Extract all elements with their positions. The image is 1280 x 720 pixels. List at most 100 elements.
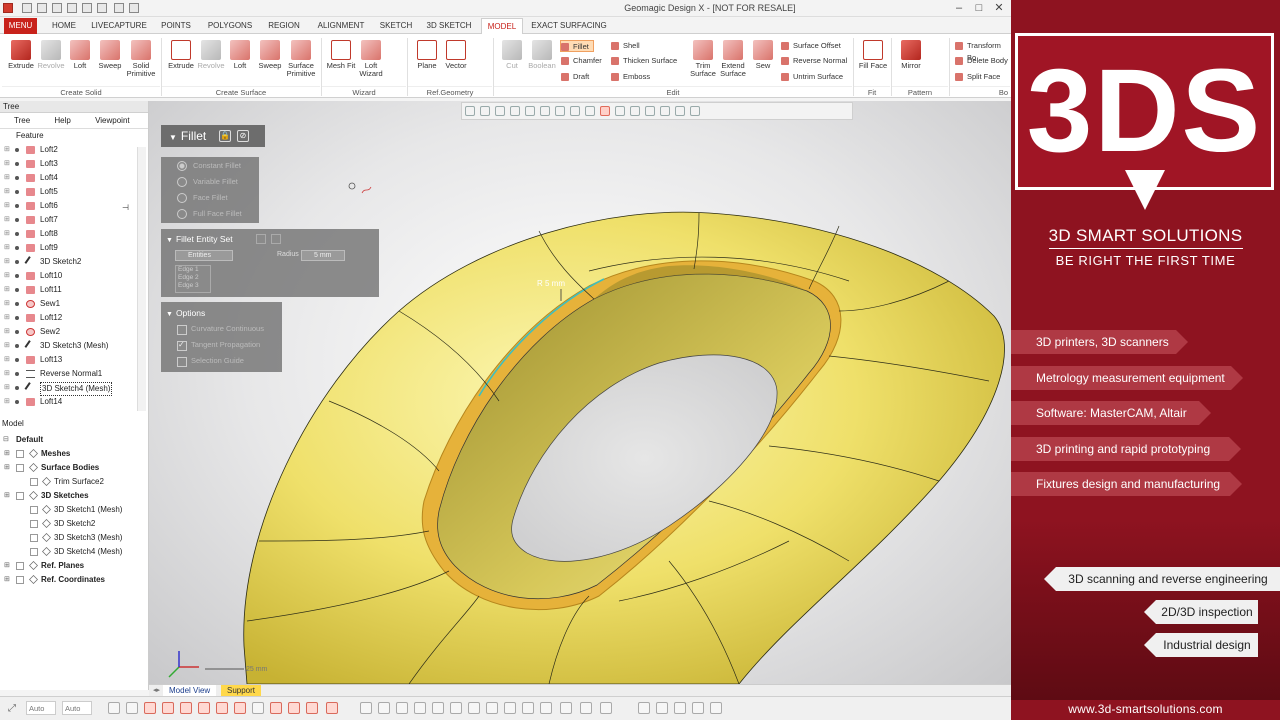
view-icon[interactable] [360, 702, 372, 714]
tree-item[interactable]: ⊞ 3D Sketch4 (Mesh) [0, 381, 148, 396]
expand-icon[interactable]: ⊞ [4, 199, 10, 213]
visibility-icon[interactable] [15, 344, 19, 348]
visibility-checkbox[interactable] [30, 506, 38, 514]
visibility-checkbox[interactable] [16, 576, 24, 584]
front-view-icon[interactable] [450, 702, 462, 714]
select-mode-dropdown[interactable]: Auto [26, 701, 56, 715]
region-filter-icon[interactable] [234, 702, 246, 714]
visibility-icon[interactable] [15, 358, 19, 362]
visibility-checkbox[interactable] [16, 492, 24, 500]
expand-icon[interactable]: ⊞ [4, 339, 10, 353]
expand-icon[interactable]: ⊞ [4, 143, 10, 157]
visibility-icon[interactable] [15, 232, 19, 236]
iso-view-icon[interactable] [560, 702, 572, 714]
expand-icon[interactable]: ⊞ [4, 367, 10, 381]
expand-icon[interactable]: ⊞ [4, 447, 10, 461]
top-view-icon[interactable] [522, 702, 534, 714]
visibility-icon[interactable] [15, 260, 19, 264]
tree-item[interactable]: ⊞ Loft11 [0, 283, 148, 297]
bottom-view-icon[interactable] [540, 702, 552, 714]
solid-primitive-button[interactable]: Solid Primitive [124, 38, 158, 82]
tree-item[interactable]: ⊞ Loft5 [0, 185, 148, 199]
lasso-icon[interactable] [126, 702, 138, 714]
model-item[interactable]: 3D Sketch1 (Mesh) [0, 503, 148, 517]
expand-icon[interactable]: ⊞ [4, 461, 10, 475]
tab-region[interactable]: REGION [263, 18, 305, 34]
tree-item[interactable]: ⊞ 3D Sketch2 [0, 255, 148, 269]
settings-icon[interactable] [710, 702, 722, 714]
import-icon[interactable] [82, 3, 92, 13]
tangent-propagation-checkbox[interactable]: Tangent Propagation [177, 339, 260, 351]
light-icon[interactable] [692, 702, 704, 714]
tree-item[interactable]: ⊞ 3D Sketch3 (Mesh) [0, 339, 148, 353]
boolean-button[interactable]: Boolean [525, 38, 559, 82]
selection-guide-checkbox[interactable]: Selection Guide [177, 355, 244, 367]
redo-icon[interactable] [129, 3, 139, 13]
vector-button[interactable]: Vector [439, 38, 473, 82]
expand-icon[interactable]: ⊞ [4, 489, 10, 503]
draft-button[interactable]: Draft [561, 71, 589, 83]
tree-scrollbar[interactable] [137, 147, 146, 411]
fill-face-button[interactable]: Fill Face [856, 38, 890, 82]
face-fillet-radio[interactable]: Face Fillet [177, 192, 228, 204]
shade-icon[interactable] [600, 702, 612, 714]
model-item[interactable]: 3D Sketch2 [0, 517, 148, 531]
expand-icon[interactable]: ⊞ [4, 241, 10, 255]
left-view-icon[interactable] [486, 702, 498, 714]
tab-help[interactable]: Help [54, 116, 70, 125]
loft-wizard-button[interactable]: Loft Wizard [354, 38, 388, 82]
open-file-icon[interactable] [37, 3, 47, 13]
3d-viewport[interactable]: R 5 mm 25 mm ▼ Fillet 🔒 ⊘ Constant Fillet… [149, 101, 1011, 684]
transform-body-button[interactable]: Transform Bo [955, 40, 1011, 62]
surface-sweep-button[interactable]: Sweep [253, 38, 287, 82]
tree-item[interactable]: ⊞ Reverse Normal1 [0, 367, 148, 381]
trim-surface-button[interactable]: Trim Surface [686, 38, 720, 82]
select-icon[interactable] [108, 702, 120, 714]
tree-item[interactable]: ⊞ Sew1 [0, 297, 148, 311]
model-item[interactable]: ⊞ Meshes [0, 447, 148, 461]
visibility-icon[interactable] [15, 288, 19, 292]
filter-mode-dropdown[interactable]: Auto [62, 701, 92, 715]
undo-icon[interactable] [114, 3, 124, 13]
visibility-checkbox[interactable] [30, 478, 38, 486]
model-item[interactable]: ⊞ Ref. Planes [0, 559, 148, 573]
full-face-fillet-radio[interactable]: Full Face Fillet [177, 208, 242, 220]
measure-icon[interactable] [638, 702, 650, 714]
collapse-icon[interactable]: ▼ [166, 311, 173, 318]
expand-icon[interactable]: ⊞ [4, 269, 10, 283]
model-item[interactable]: Trim Surface2 [0, 475, 148, 489]
tree-item[interactable]: ⊞ Loft9 [0, 241, 148, 255]
back-view-icon[interactable] [468, 702, 480, 714]
expand-icon[interactable]: ⊞ [4, 213, 10, 227]
tab-livecapture[interactable]: LIVECAPTURE [90, 18, 148, 34]
thicken-surface-button[interactable]: Thicken Surface [611, 55, 677, 67]
visibility-checkbox[interactable] [16, 562, 24, 570]
tab-exact-surfacing[interactable]: EXACT SURFACING [529, 18, 609, 34]
chamfer-button[interactable]: Chamfer [561, 55, 602, 67]
right-view-icon[interactable] [504, 702, 516, 714]
visibility-icon[interactable] [15, 204, 19, 208]
variable-fillet-radio[interactable]: Variable Fillet [177, 176, 238, 188]
expand-icon[interactable]: ⊞ [4, 573, 10, 587]
visibility-checkbox[interactable] [16, 450, 24, 458]
tree-item[interactable]: ⊞ Loft7 [0, 213, 148, 227]
surface-offset-button[interactable]: Surface Offset [781, 40, 841, 52]
fillet-button[interactable]: Fillet [560, 40, 594, 52]
emboss-button[interactable]: Emboss [611, 71, 650, 83]
normal-view-icon[interactable] [580, 702, 592, 714]
tree-item[interactable]: ⊞ Loft14 [0, 395, 148, 409]
solid-extrude-button[interactable]: Extrude [4, 38, 38, 82]
add-set-icon[interactable] [256, 234, 266, 244]
tab-viewpoint[interactable]: Viewpoint [95, 116, 130, 125]
tab-polygons[interactable]: POLYGONS [203, 18, 257, 34]
vector-filter-icon[interactable] [288, 702, 300, 714]
curvature-continuous-checkbox[interactable]: Curvature Continuous [177, 323, 264, 335]
expand-icon[interactable]: ⊞ [4, 559, 10, 573]
save-icon[interactable] [52, 3, 62, 13]
visibility-icon[interactable] [15, 148, 19, 152]
tab-menu[interactable]: MENU [4, 18, 37, 34]
shell-button[interactable]: Shell [611, 40, 640, 52]
collapse-icon[interactable]: ⊟ [3, 433, 9, 447]
tab-model[interactable]: MODEL [481, 18, 523, 34]
edge-filter-icon[interactable] [162, 702, 174, 714]
